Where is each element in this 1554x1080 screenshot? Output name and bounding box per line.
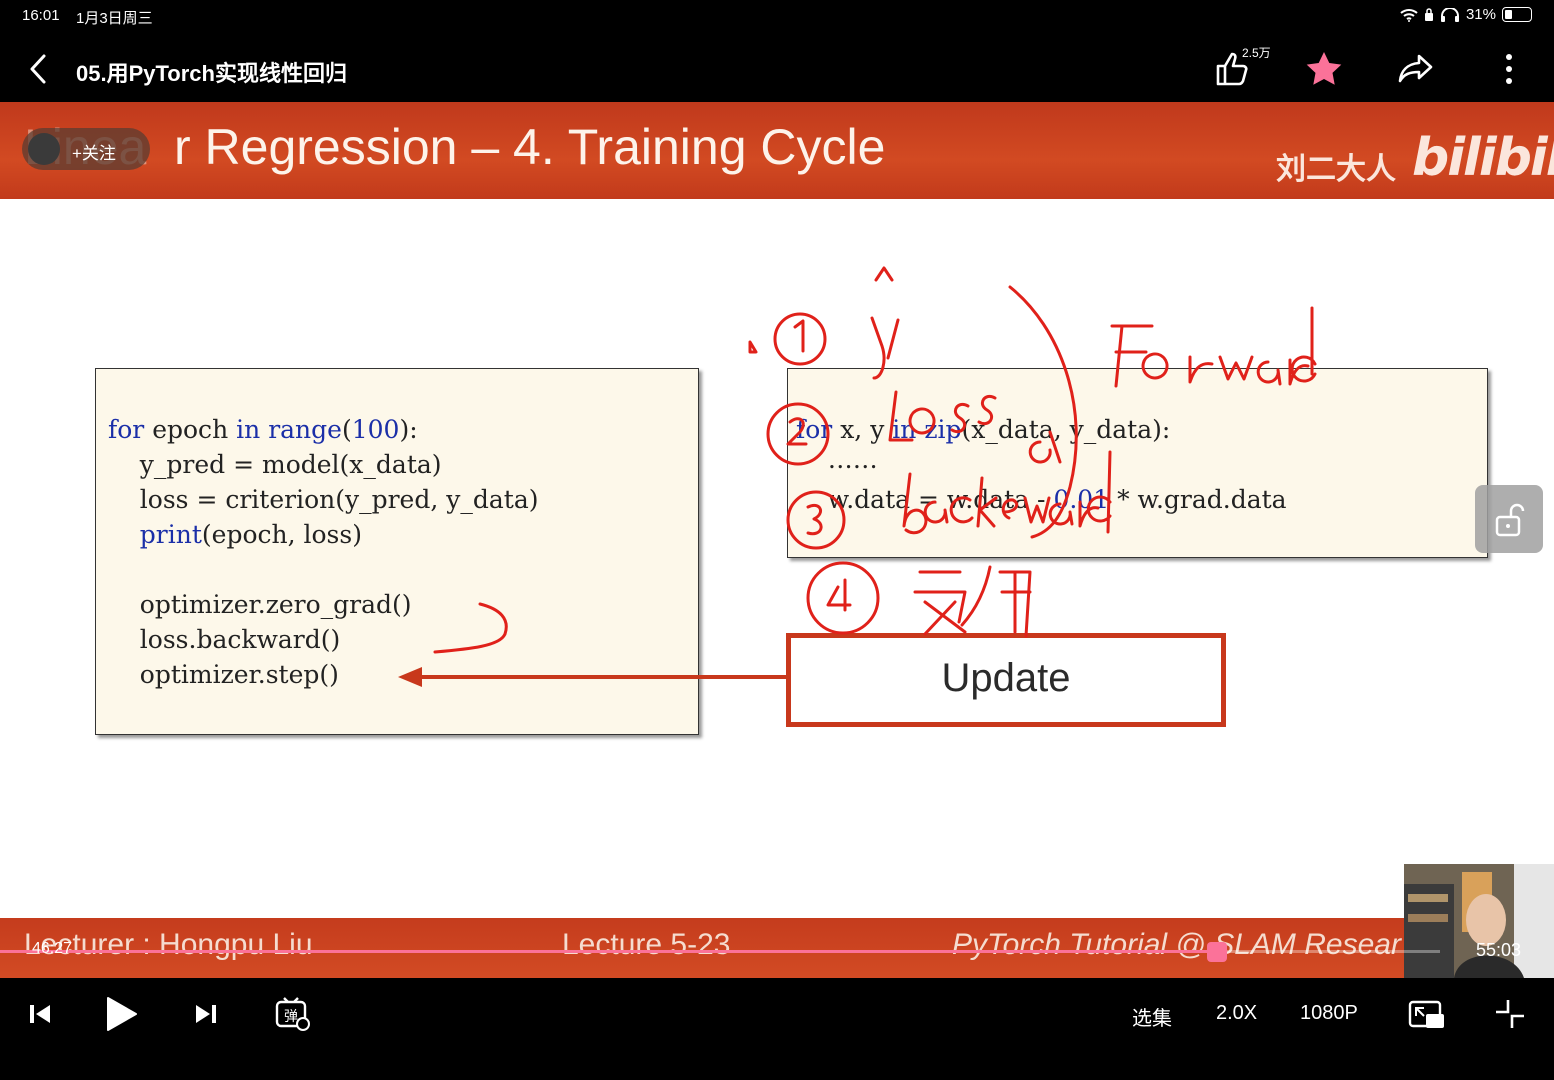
speed-button[interactable]: 2.0X xyxy=(1216,1002,1257,1025)
previous-button[interactable] xyxy=(26,994,54,1034)
status-indicators: 31% xyxy=(1400,6,1532,23)
play-button[interactable] xyxy=(100,994,140,1034)
wifi-icon xyxy=(1400,8,1418,22)
slide-footer: Lecturer : Hongpu Liu Lecture 5-23 PyTor… xyxy=(0,918,1554,978)
favorite-star-icon[interactable] xyxy=(1303,48,1345,90)
headphones-icon xyxy=(1440,7,1459,22)
progress-fill xyxy=(0,950,1217,953)
quality-button[interactable]: 1080P xyxy=(1300,1002,1358,1025)
video-title: 05.用PyTorch实现线性回归 xyxy=(76,61,347,86)
svg-text:弹: 弹 xyxy=(284,1009,298,1025)
episodes-button[interactable]: 选集 xyxy=(1132,1002,1172,1031)
player-controls: 弹 选集 2.0X 1080P xyxy=(0,978,1554,1080)
battery-icon xyxy=(1502,7,1532,22)
like-count: 2.5万 xyxy=(1242,46,1271,60)
screen-lock-button[interactable] xyxy=(1475,485,1543,553)
picture-in-picture-icon[interactable] xyxy=(1406,994,1446,1034)
progress-bar[interactable] xyxy=(0,942,1440,962)
progress-handle[interactable] xyxy=(1206,942,1227,962)
more-options-icon[interactable] xyxy=(1488,48,1530,90)
share-icon[interactable] xyxy=(1395,48,1437,90)
next-button[interactable] xyxy=(192,994,220,1034)
video-title-bar: 05.用PyTorch实现线性回归 2.5万 xyxy=(0,32,1554,102)
tutorial-credit: PyTorch Tutorial @ SLAM Resear xyxy=(952,928,1401,961)
video-frame[interactable]: Linea r Regression – 4. Training Cycle +… xyxy=(0,102,1554,978)
lock-status-icon xyxy=(1424,7,1433,21)
exit-fullscreen-icon[interactable] xyxy=(1490,994,1530,1034)
handwritten-annotations xyxy=(433,266,1317,654)
current-time: 46:27 xyxy=(32,940,73,957)
lecture-number: Lecture 5-23 xyxy=(562,928,731,961)
total-duration: 55:03 xyxy=(1476,940,1522,960)
battery-percent: 31% xyxy=(1465,6,1496,23)
status-bar: 16:01 1月3日周三 31% xyxy=(0,0,1554,32)
status-time: 16:01 xyxy=(22,7,60,24)
status-date: 1月3日周三 xyxy=(76,10,153,27)
unlock-icon xyxy=(1495,503,1525,537)
back-button[interactable] xyxy=(24,52,54,86)
danmaku-toggle-icon[interactable]: 弹 xyxy=(272,994,312,1034)
